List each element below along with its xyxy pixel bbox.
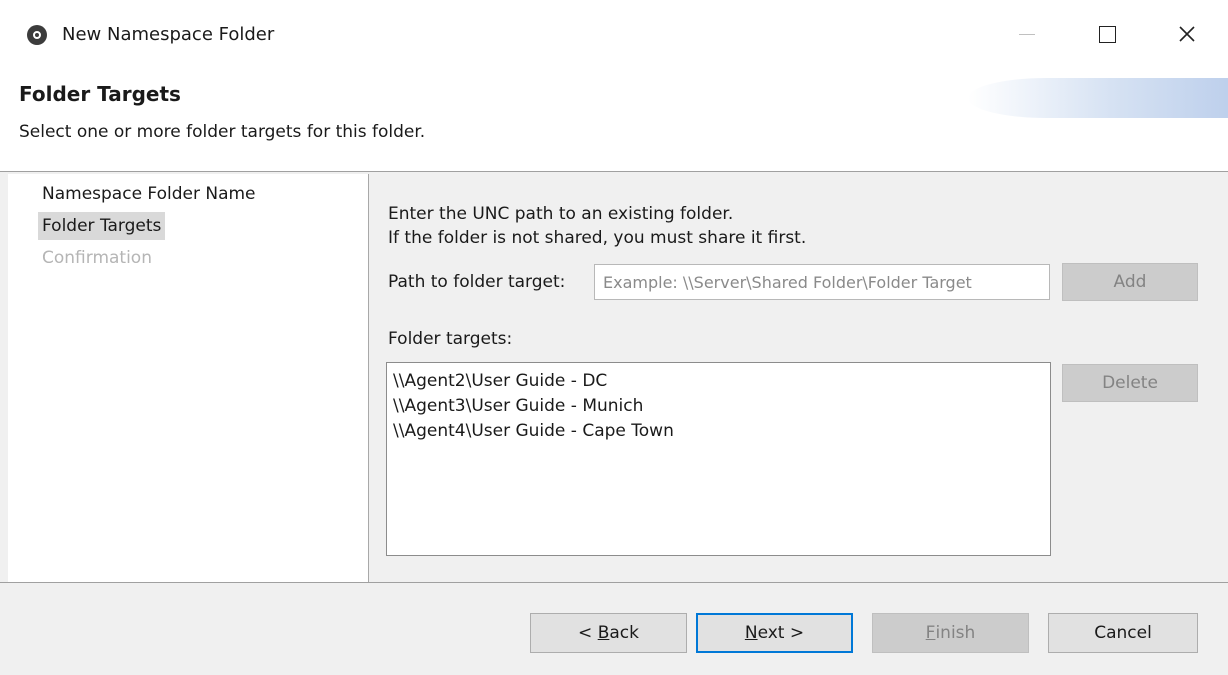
folder-targets-list[interactable]: \\Agent2\User Guide - DC \\Agent3\User G… (386, 362, 1051, 556)
title-bar: New Namespace Folder (0, 0, 1228, 72)
steps-panel: Namespace Folder Name Folder Targets Con… (8, 174, 369, 582)
folder-targets-label: Folder targets: (388, 329, 513, 349)
step-namespace-folder-name[interactable]: Namespace Folder Name (38, 180, 260, 208)
next-mnemonic: N (744, 623, 758, 643)
folder-targets-panel: Enter the UNC path to an existing folder… (370, 174, 1228, 582)
list-item[interactable]: \\Agent2\User Guide - DC (393, 369, 1050, 394)
step-folder-targets[interactable]: Folder Targets (38, 212, 166, 240)
list-item[interactable]: \\Agent4\User Guide - Cape Town (393, 419, 1050, 444)
header-decoration (968, 78, 1228, 118)
maximize-icon[interactable] (1084, 14, 1130, 54)
path-input[interactable] (594, 264, 1050, 300)
list-item[interactable]: \\Agent3\User Guide - Munich (393, 394, 1050, 419)
finish-button[interactable]: Finish (872, 613, 1029, 653)
path-label: Path to folder target: (388, 272, 566, 292)
finish-rest: inish (935, 623, 976, 643)
window-title: New Namespace Folder (62, 24, 275, 45)
wizard-content: Namespace Folder Name Folder Targets Con… (0, 172, 1228, 582)
page-subtitle: Select one or more folder targets for th… (19, 122, 426, 142)
instruction-text-2: If the folder is not shared, you must sh… (388, 228, 807, 248)
back-button[interactable]: < Back (530, 613, 687, 653)
page-title: Folder Targets (19, 82, 181, 106)
cancel-button[interactable]: Cancel (1048, 613, 1198, 653)
app-icon (27, 25, 47, 45)
delete-button[interactable]: Delete (1062, 364, 1198, 402)
next-rest: ext > (757, 623, 805, 643)
finish-mnemonic: F (925, 623, 936, 643)
wizard-header: Folder Targets Select one or more folder… (0, 72, 1228, 172)
wizard-footer: < Back Next > Finish Cancel (0, 582, 1228, 675)
next-button[interactable]: Next > (696, 613, 853, 653)
add-button[interactable]: Add (1062, 263, 1198, 301)
close-icon[interactable] (1164, 14, 1210, 54)
dialog-window: New Namespace Folder Folder Targets Sele… (0, 0, 1228, 675)
instruction-text: Enter the UNC path to an existing folder… (388, 204, 734, 224)
back-prefix: < (578, 623, 598, 643)
step-confirmation: Confirmation (42, 248, 152, 268)
back-mnemonic: B (597, 623, 610, 643)
minimize-icon[interactable] (1004, 14, 1050, 54)
back-rest: ack (609, 623, 639, 643)
